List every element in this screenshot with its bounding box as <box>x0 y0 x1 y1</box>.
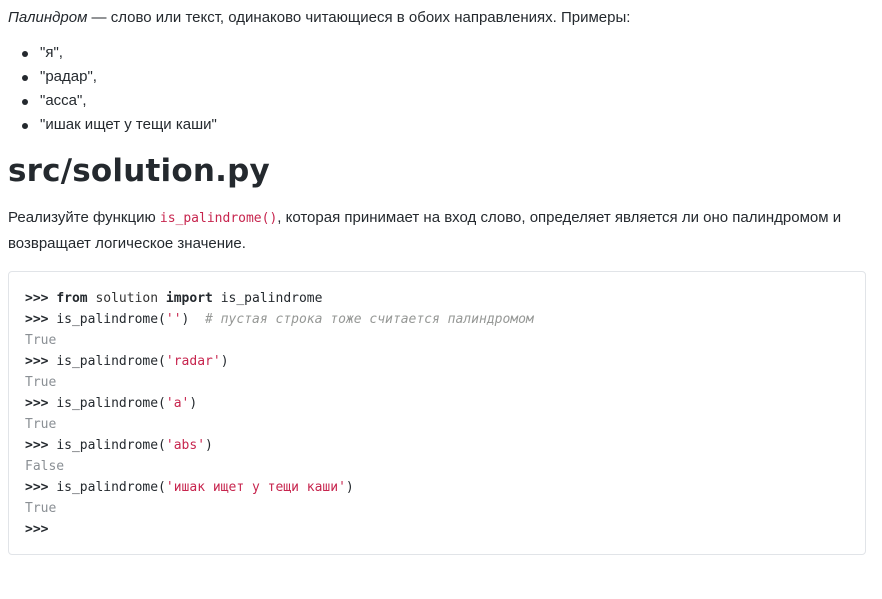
code-output: True <box>25 333 57 348</box>
prompt: >>> <box>25 396 49 411</box>
prompt: >>> <box>25 291 49 306</box>
inline-code-function: is_palindrome() <box>159 211 278 226</box>
code-output: False <box>25 459 65 474</box>
list-item: "ишак ищет у тещи каши" <box>22 113 874 137</box>
code-line-call: >>> is_palindrome('ишак ищет у тещи каши… <box>25 477 849 498</box>
prompt: >>> <box>25 354 49 369</box>
file-heading: src/solution.py <box>8 153 270 189</box>
call-close: ) <box>205 438 213 453</box>
code-line-import: >>> from solution import is_palindrome <box>25 288 849 309</box>
call: is_palindrome( <box>56 480 166 495</box>
intro-paragraph: Палиндром — слово или текст, одинаково ч… <box>8 6 874 30</box>
module-name: solution <box>95 291 159 306</box>
code-output: True <box>25 375 57 390</box>
prompt: >>> <box>25 522 49 537</box>
call-close: ) <box>220 354 229 369</box>
document: Палиндром — слово или текст, одинаково ч… <box>0 6 882 555</box>
code-comment: # пустая строка тоже считается палиндром… <box>205 312 534 327</box>
code-output: True <box>25 417 57 432</box>
string-arg: 'a' <box>165 396 190 411</box>
call: is_palindrome( <box>56 396 166 411</box>
string-arg: 'ишак ищет у тещи каши' <box>165 480 346 495</box>
call: is_palindrome( <box>56 312 166 327</box>
task-paragraph: Реализуйте функцию is_palindrome(), кото… <box>8 205 874 256</box>
examples-list: "я", "радар", "асса", "ишак ищет у тещи … <box>8 41 874 137</box>
code-line-call: >>> is_palindrome('') # пустая строка то… <box>25 309 849 330</box>
call: is_palindrome( <box>56 438 166 453</box>
code-line-call: >>> is_palindrome('a') <box>25 393 849 414</box>
prompt: >>> <box>25 438 49 453</box>
imported-name: is_palindrome <box>220 291 323 306</box>
call-close: ) <box>181 312 190 327</box>
code-output: True <box>25 501 57 516</box>
call: is_palindrome( <box>56 354 166 369</box>
call-close: ) <box>345 480 354 495</box>
list-item: "я", <box>22 41 874 65</box>
call-close: ) <box>189 396 198 411</box>
code-line-call: >>> is_palindrome('radar') <box>25 351 849 372</box>
task-text-before: Реализуйте функцию <box>8 209 160 226</box>
code-line-call: >>> is_palindrome('abs') <box>25 435 849 456</box>
string-arg: 'radar' <box>165 354 221 369</box>
code-line-prompt: >>> <box>25 519 849 540</box>
list-item: "радар", <box>22 65 874 89</box>
term-palindrome: Палиндром <box>8 9 88 26</box>
keyword-from: from <box>56 291 88 306</box>
keyword-import: import <box>165 291 213 306</box>
prompt: >>> <box>25 312 49 327</box>
code-block: >>> from solution import is_palindrome >… <box>8 271 866 555</box>
prompt: >>> <box>25 480 49 495</box>
string-arg: '' <box>165 312 182 327</box>
intro-text: — слово или текст, одинаково читающиеся … <box>87 9 631 26</box>
string-arg: 'abs' <box>165 438 206 453</box>
list-item: "асса", <box>22 89 874 113</box>
